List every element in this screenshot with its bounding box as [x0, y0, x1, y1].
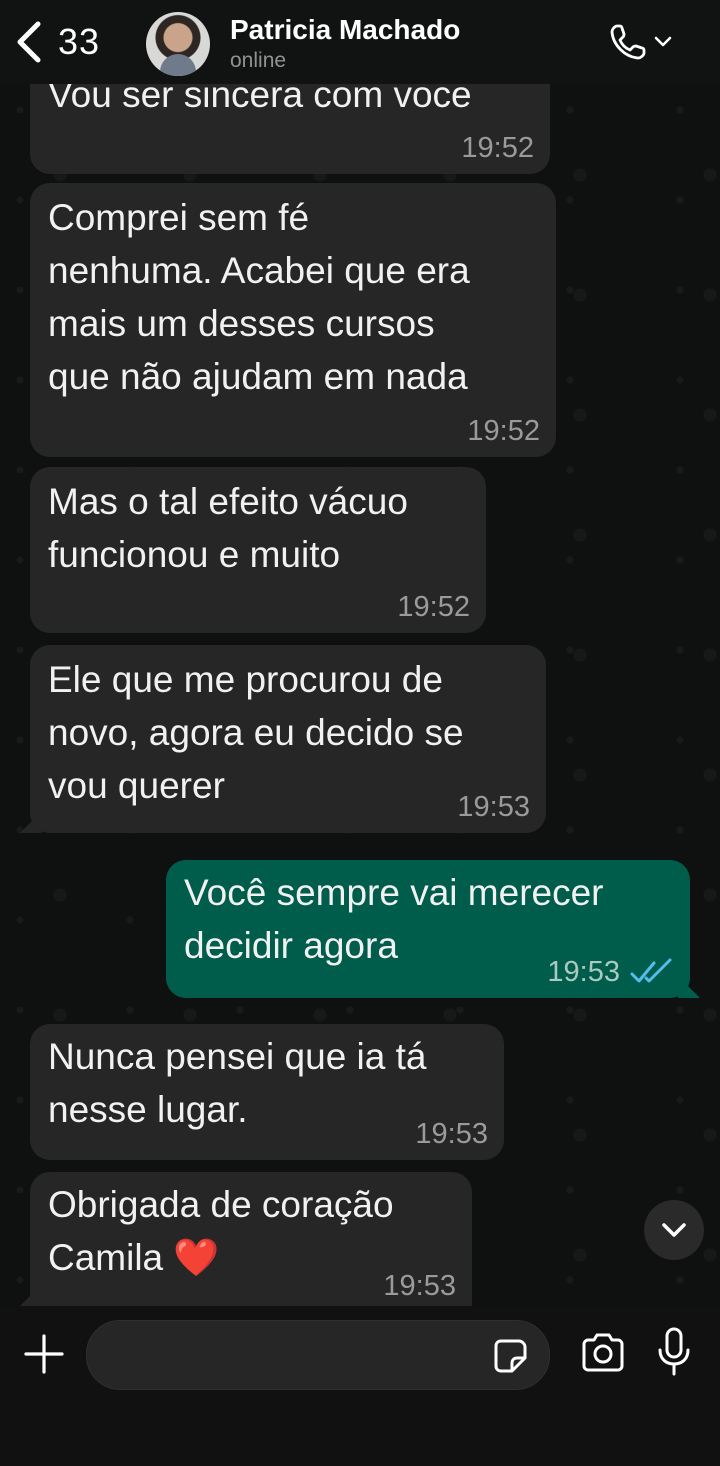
- message-bubble-7[interactable]: Obrigada de coração Camila ❤️ 19:53: [30, 1172, 472, 1306]
- contact-name[interactable]: Patricia Machado: [230, 14, 460, 46]
- message-text: Ele que me procurou de novo, agora eu de…: [48, 659, 464, 806]
- message-time: 19:52: [461, 132, 534, 164]
- unread-count: 33: [58, 21, 101, 62]
- message-text: Mas o tal efeito vácuo funcionou e muito: [48, 481, 408, 575]
- message-text: Você sempre vai merecer decidir agora: [184, 872, 604, 966]
- read-ticks-icon: [630, 958, 672, 983]
- scroll-to-bottom-button[interactable]: [644, 1200, 704, 1260]
- avatar[interactable]: [146, 12, 210, 76]
- mic-icon[interactable]: [654, 1326, 694, 1378]
- message-bubble-4[interactable]: Ele que me procurou de novo, agora eu de…: [30, 645, 546, 833]
- sticker-icon[interactable]: [490, 1336, 530, 1376]
- message-input[interactable]: [111, 1321, 475, 1391]
- camera-icon[interactable]: [578, 1330, 628, 1376]
- message-bubble-2[interactable]: Comprei sem fé nenhuma. Acabei que era m…: [30, 183, 556, 457]
- message-text: Nunca pensei que ia tá nesse lugar.: [48, 1036, 427, 1130]
- message-bubble-outgoing[interactable]: Você sempre vai merecer decidir agora 19…: [166, 860, 690, 998]
- message-text: Obrigada de coração Camila ❤️: [48, 1184, 394, 1278]
- message-time: 19:52: [397, 591, 470, 623]
- phone-icon: [610, 24, 646, 60]
- message-time: 19:53: [415, 1118, 488, 1150]
- message-time: 19:53: [383, 1270, 456, 1302]
- chat-header: 33 Patricia Machado online: [0, 0, 720, 84]
- message-time: 19:53: [547, 956, 620, 988]
- back-button[interactable]: 33: [14, 16, 124, 68]
- plus-icon[interactable]: [22, 1332, 66, 1376]
- message-time: 19:52: [467, 415, 540, 447]
- chevron-down-icon: [654, 36, 672, 47]
- message-input-container[interactable]: [86, 1320, 550, 1391]
- chevron-down-icon: [662, 1223, 686, 1237]
- chevron-left-icon: [17, 21, 41, 63]
- message-bubble-6[interactable]: Nunca pensei que ia tá nesse lugar. 19:5…: [30, 1024, 504, 1160]
- call-button[interactable]: [608, 20, 682, 64]
- message-time: 19:53: [457, 791, 530, 823]
- contact-status: online: [230, 49, 287, 72]
- message-text: Comprei sem fé nenhuma. Acabei que era m…: [48, 197, 470, 397]
- message-bubble-3[interactable]: Mas o tal efeito vácuo funcionou e muito…: [30, 467, 486, 633]
